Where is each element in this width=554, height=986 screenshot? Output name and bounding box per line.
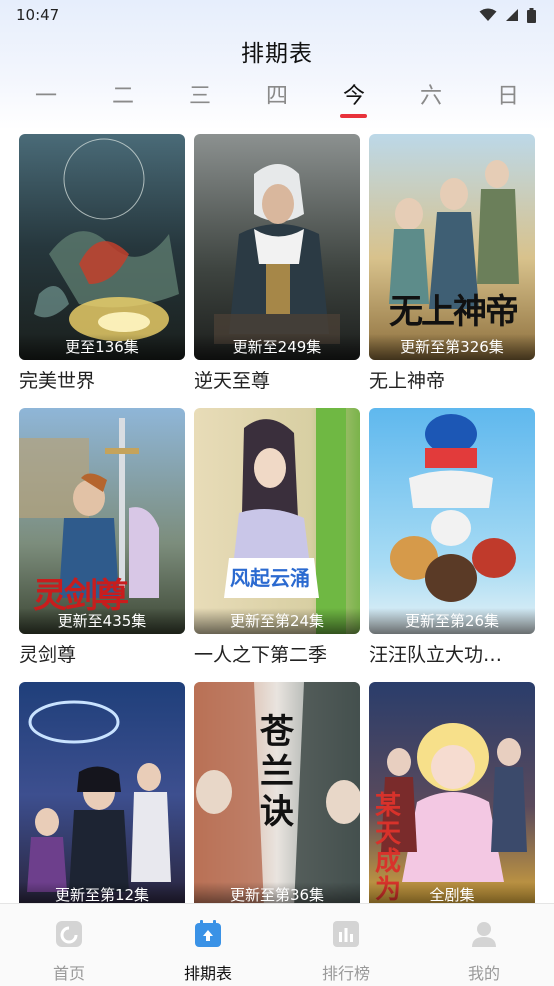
show-title[interactable]: 完美世界	[19, 366, 185, 393]
show-poster[interactable]: 某天成为 全剧集	[369, 682, 535, 904]
poster-art	[194, 408, 360, 634]
nav-home[interactable]: 首页	[19, 904, 119, 986]
nav-label: 我的	[467, 964, 500, 983]
poster-art	[369, 408, 535, 634]
tab-today[interactable]: 今	[329, 78, 379, 110]
nav-schedule[interactable]: 排期表	[158, 904, 258, 986]
show-poster[interactable]: 风起云涌 更新至第24集	[194, 408, 360, 634]
ranking-icon	[333, 921, 359, 947]
page-title: 排期表	[241, 41, 313, 67]
show-title[interactable]: 一人之下第二季	[194, 640, 360, 667]
show-card[interactable]: 更新至第12集	[19, 682, 185, 904]
show-title[interactable]: 汪汪队立大功…	[369, 640, 535, 667]
show-title[interactable]: 灵剑尊	[19, 640, 185, 667]
show-poster[interactable]: 无上神帝 更新至第326集	[369, 134, 535, 360]
nav-label: 排期表	[183, 964, 232, 983]
show-poster[interactable]: 更至136集	[19, 134, 185, 360]
status-bar: 10:47	[0, 0, 554, 30]
signal-icon	[506, 9, 518, 21]
schedule-grid: 更至136集 完美世界 更新至249集 逆天至尊 无上神帝 更新至第326集 无…	[0, 134, 554, 904]
show-title[interactable]: 无上神帝	[369, 366, 535, 393]
tab-sunday[interactable]: 日	[483, 78, 533, 110]
show-card[interactable]: 更至136集 完美世界	[19, 134, 185, 393]
show-card[interactable]: 更新至249集 逆天至尊	[194, 134, 360, 393]
nav-ranking[interactable]: 排行榜	[296, 904, 396, 986]
tab-wednesday[interactable]: 三	[175, 78, 225, 110]
show-title[interactable]: 逆天至尊	[194, 366, 360, 393]
show-card[interactable]: 灵剑尊 更新至435集 灵剑尊	[19, 408, 185, 667]
update-badge: 更新至249集	[194, 334, 360, 360]
day-tabs: 一 二 三 四 今 六 日	[0, 78, 554, 118]
calendar-icon	[195, 920, 221, 947]
update-badge: 更新至第36集	[194, 882, 360, 904]
show-card[interactable]: 风起云涌 更新至第24集 一人之下第二季	[194, 408, 360, 667]
show-poster[interactable]: 更新至第26集	[369, 408, 535, 634]
poster-art	[19, 682, 185, 904]
active-tab-indicator	[340, 114, 367, 118]
bottom-nav: 首页 排期表 排行榜 我的	[0, 903, 554, 986]
update-badge: 更新至435集	[19, 608, 185, 634]
status-icons	[479, 7, 536, 23]
profile-icon	[472, 922, 496, 947]
show-card[interactable]: 某天成为 全剧集	[369, 682, 535, 904]
wifi-icon	[479, 8, 497, 21]
nav-profile[interactable]: 我的	[434, 904, 534, 986]
tab-monday[interactable]: 一	[21, 78, 71, 110]
update-badge: 更新至第12集	[19, 882, 185, 904]
poster-art	[194, 134, 360, 360]
tab-saturday[interactable]: 六	[406, 78, 456, 110]
show-card[interactable]: 无上神帝 更新至第326集 无上神帝	[369, 134, 535, 393]
battery-icon	[527, 7, 536, 23]
show-poster[interactable]: 苍兰诀 更新至第36集	[194, 682, 360, 904]
show-card[interactable]: 苍兰诀 更新至第36集	[194, 682, 360, 904]
poster-art	[19, 134, 185, 360]
tab-thursday[interactable]: 四	[252, 78, 302, 110]
nav-label: 首页	[52, 964, 85, 983]
poster-logo-text: 风起云涌	[230, 566, 310, 590]
update-badge: 更至136集	[19, 334, 185, 360]
show-poster[interactable]: 更新至第12集	[19, 682, 185, 904]
update-badge: 更新至第326集	[369, 334, 535, 360]
show-poster[interactable]: 更新至249集	[194, 134, 360, 360]
poster-logo-text: 无上神帝	[389, 292, 519, 332]
update-badge: 更新至第26集	[369, 608, 535, 634]
home-icon	[56, 921, 82, 947]
show-poster[interactable]: 灵剑尊 更新至435集	[19, 408, 185, 634]
show-card[interactable]: 更新至第26集 汪汪队立大功…	[369, 408, 535, 667]
status-time: 10:47	[16, 6, 60, 24]
update-badge: 更新至第24集	[194, 608, 360, 634]
nav-label: 排行榜	[321, 964, 370, 983]
tab-tuesday[interactable]: 二	[98, 78, 148, 110]
poster-logo-text: 苍兰诀	[260, 712, 294, 832]
update-badge: 全剧集	[369, 882, 535, 904]
